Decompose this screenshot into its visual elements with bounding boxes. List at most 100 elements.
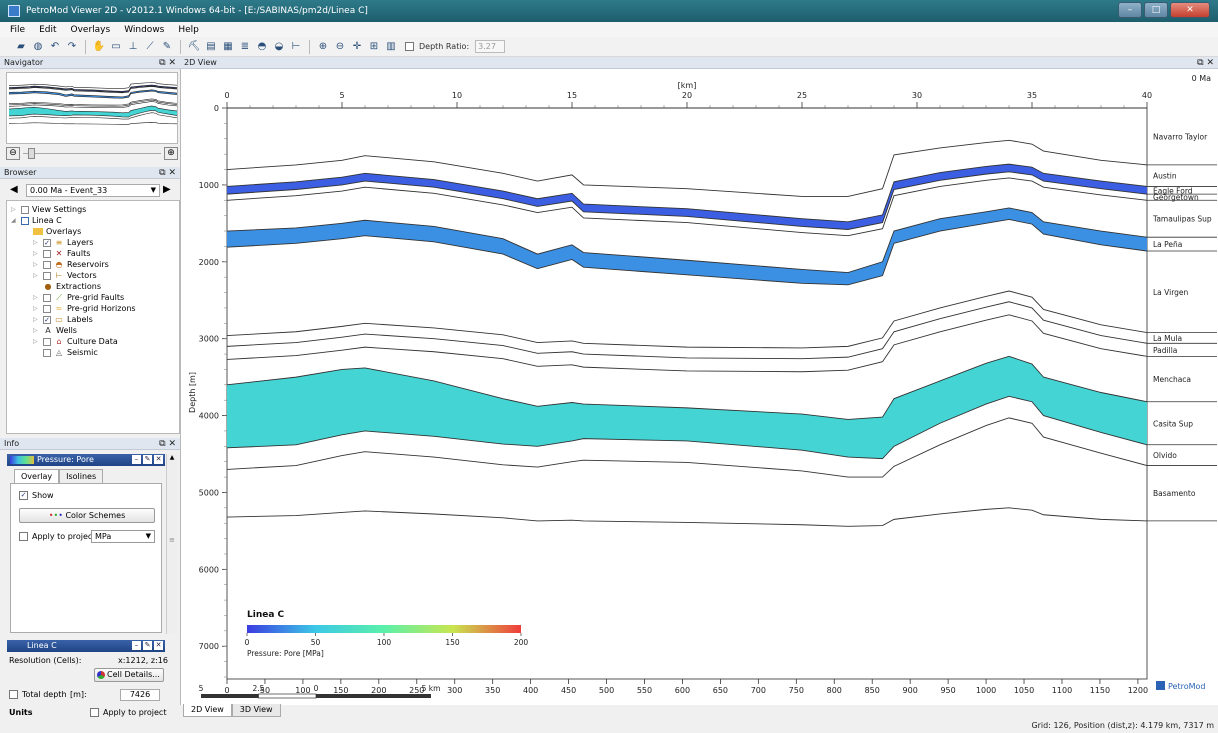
total-depth-checkbox[interactable] <box>9 690 18 699</box>
panel-controls[interactable]: ⧉ ✕ <box>159 57 176 69</box>
checkbox-vectors[interactable] <box>43 271 51 280</box>
total-depth-input[interactable]: 7426 <box>120 689 160 701</box>
select-tool-icon[interactable]: ✋ <box>92 40 106 54</box>
show-row[interactable]: ✓ Show <box>19 491 54 500</box>
checkbox-pre-grid-horizons[interactable] <box>43 304 51 313</box>
grid-view-icon[interactable]: ▤ <box>204 40 218 54</box>
menu-edit[interactable]: Edit <box>39 25 56 35</box>
tree-item-extractions[interactable]: ● Extractions <box>43 281 102 292</box>
checkbox-layers[interactable]: ✓ <box>43 238 51 247</box>
close-icon[interactable]: ✕ <box>154 641 163 650</box>
depth-ratio-input[interactable]: 3.27 <box>475 40 506 53</box>
info-scrollbar[interactable]: ▲ ≡ <box>166 454 177 634</box>
tree-item-linea-c[interactable]: ◢ Linea C <box>11 215 62 226</box>
total-depth-row[interactable]: Total depth <box>9 690 67 699</box>
minus-icon[interactable]: – <box>132 641 141 650</box>
checkbox-reservoirs[interactable] <box>43 260 51 269</box>
depth-ratio-checkbox[interactable] <box>405 42 414 51</box>
tab-overlay[interactable]: Overlay <box>14 469 60 483</box>
menu-windows[interactable]: Windows <box>124 25 164 35</box>
navigator-title: Navigator <box>4 58 44 67</box>
close-icon[interactable]: ✕ <box>154 455 163 464</box>
menu-help[interactable]: Help <box>178 25 199 35</box>
colorbar-label: Pressure: Pore [MPa] <box>247 649 324 658</box>
color-schemes-button[interactable]: ••• Color Schemes <box>19 508 155 523</box>
zoom-slider-thumb[interactable] <box>28 148 35 159</box>
tree-item-faults[interactable]: ▷ ✕ Faults <box>33 248 90 259</box>
tree-item-overlays[interactable]: Overlays <box>33 226 81 237</box>
total-depth-unit: [m]: <box>70 690 87 699</box>
formation-label: Padilla <box>1153 346 1177 355</box>
show-checkbox[interactable]: ✓ <box>19 491 28 500</box>
tree-item-culture-data[interactable]: ▷ ⌂ Culture Data <box>33 336 118 347</box>
apply-to-project-checkbox[interactable] <box>19 532 28 541</box>
tab-2d-view[interactable]: 2D View <box>183 704 232 717</box>
close-button[interactable]: ✕ <box>1170 2 1210 18</box>
fluid-icon[interactable]: ◒ <box>272 40 286 54</box>
well-icon[interactable]: ⛏ <box>187 40 201 54</box>
edit-icon[interactable]: ✎ <box>143 455 152 464</box>
tree-item-reservoirs[interactable]: ▷ ◓ Reservoirs <box>33 259 109 270</box>
menu-file[interactable]: File <box>10 25 25 35</box>
rectangle-tool-icon[interactable]: ▭ <box>109 40 123 54</box>
minimize-button[interactable]: – <box>1118 2 1142 18</box>
checkbox[interactable] <box>21 205 29 214</box>
tree-item-seismic[interactable]: ◬ Seismic <box>43 347 98 358</box>
checkbox-faults[interactable] <box>43 249 51 258</box>
apply-to-project-row[interactable]: Apply to project <box>19 532 95 541</box>
checkbox-pre-grid-faults[interactable] <box>43 293 51 302</box>
tree-item-wells[interactable]: ▷ A Wells <box>33 325 77 336</box>
previous-event-icon[interactable]: ◀ <box>10 184 18 195</box>
tab-3d-view[interactable]: 3D View <box>231 704 281 717</box>
zoom-out-icon[interactable]: ⊖ <box>6 147 20 160</box>
view-canvas[interactable]: 0 5 10 15 20 25 30 35 40 [km] 0 50 100 150 200 250 300 35… <box>180 69 1218 705</box>
vector-icon[interactable]: ⊢ <box>289 40 303 54</box>
globe-icon[interactable]: ◍ <box>31 40 45 54</box>
reservoir-icon[interactable]: ◓ <box>255 40 269 54</box>
tree-item-labels[interactable]: ▷ ✓ ▭ Labels <box>33 314 93 325</box>
tree-item-layers[interactable]: ▷ ✓ ≡ Layers <box>33 237 93 248</box>
checkbox-labels[interactable]: ✓ <box>43 315 51 324</box>
zoom-in-icon[interactable]: ⊕ <box>316 40 330 54</box>
zoom-in-icon[interactable]: ⊕ <box>164 147 178 160</box>
layers-icon[interactable]: ≣ <box>238 40 252 54</box>
undo-icon[interactable]: ↶ <box>48 40 62 54</box>
tree-item-view-settings[interactable]: ▷ View Settings <box>11 204 86 215</box>
scroll-up-icon[interactable]: ▲ <box>167 454 177 461</box>
units-apply-row[interactable]: Apply to project <box>90 708 166 717</box>
units-apply-checkbox[interactable] <box>90 708 99 717</box>
table-icon[interactable]: ▦ <box>221 40 235 54</box>
aspect-icon[interactable]: ▥ <box>384 40 398 54</box>
checkbox[interactable] <box>21 216 29 225</box>
fit-view-icon[interactable]: ⊞ <box>367 40 381 54</box>
tree-item-pre-grid-faults[interactable]: ▷ ⟋ Pre-grid Faults <box>33 292 124 303</box>
apply-to-project-label: Apply to project <box>32 532 96 541</box>
checkbox-culture-data[interactable] <box>43 337 51 346</box>
tree-item-vectors[interactable]: ▷ ⊢ Vectors <box>33 270 97 281</box>
panel-controls[interactable]: ⧉ ✕ <box>159 167 176 179</box>
panel-controls[interactable]: ⧉ ✕ <box>159 438 176 450</box>
edit-icon[interactable]: ✎ <box>143 641 152 650</box>
event-select[interactable]: 0.00 Ma - Event_33 ▼ <box>26 184 160 197</box>
zoom-track <box>23 153 161 154</box>
unit-select[interactable]: MPa ▼ <box>91 530 155 543</box>
redo-icon[interactable]: ↷ <box>65 40 79 54</box>
cell-details-button[interactable]: Cell Details... <box>94 668 164 682</box>
navigator-thumbnail[interactable] <box>6 72 178 144</box>
tree-item-pre-grid-horizons[interactable]: ▷ ≈ Pre-grid Horizons <box>33 303 136 314</box>
minus-icon[interactable]: – <box>132 455 141 464</box>
next-event-icon[interactable]: ▶ <box>163 184 171 195</box>
menu-overlays[interactable]: Overlays <box>71 25 111 35</box>
pan-icon[interactable]: ✛ <box>350 40 364 54</box>
open-folder-icon[interactable]: ▰ <box>14 40 28 54</box>
panel-controls[interactable]: ⧉ ✕ <box>1197 57 1214 69</box>
minimap-horizon <box>8 99 177 107</box>
checkbox-seismic[interactable] <box>43 348 51 357</box>
scroll-grip[interactable]: ≡ <box>169 536 175 544</box>
maximize-button[interactable]: □ <box>1144 2 1168 18</box>
zoom-out-icon[interactable]: ⊖ <box>333 40 347 54</box>
tab-isolines[interactable]: Isolines <box>59 469 104 483</box>
measure-icon[interactable]: ⊥ <box>126 40 140 54</box>
draw-icon[interactable]: ✎ <box>160 40 174 54</box>
chart-icon[interactable]: ⟋ <box>143 40 157 54</box>
